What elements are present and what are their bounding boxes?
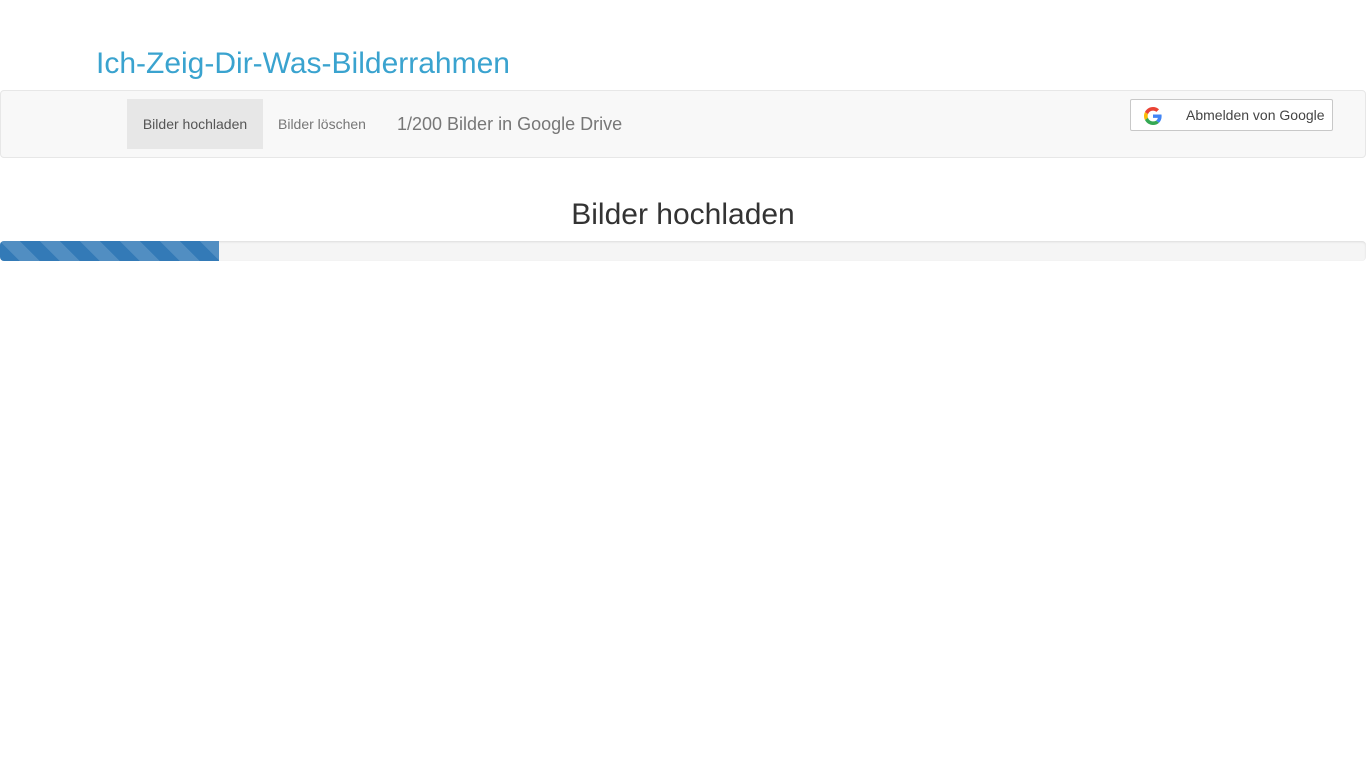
image-count-text: 1/200 Bilder in Google Drive bbox=[397, 114, 623, 134]
nav-upload-images[interactable]: Bilder hochladen bbox=[127, 99, 263, 149]
upload-progress-bar bbox=[0, 241, 219, 261]
page-heading: Bilder hochladen bbox=[571, 198, 795, 231]
google-signout-label: Abmelden von Google bbox=[1186, 107, 1325, 123]
upload-progress bbox=[0, 241, 1366, 261]
google-icon bbox=[1144, 107, 1162, 125]
navbar: Bilder hochladen Bilder löschen 1/200 Bi… bbox=[0, 90, 1366, 158]
app-title[interactable]: Ich-Zeig-Dir-Was-Bilderrahmen bbox=[96, 44, 510, 84]
google-signout-button[interactable]: Abmelden von Google bbox=[1130, 99, 1333, 131]
nav-delete-images[interactable]: Bilder löschen bbox=[278, 99, 366, 149]
